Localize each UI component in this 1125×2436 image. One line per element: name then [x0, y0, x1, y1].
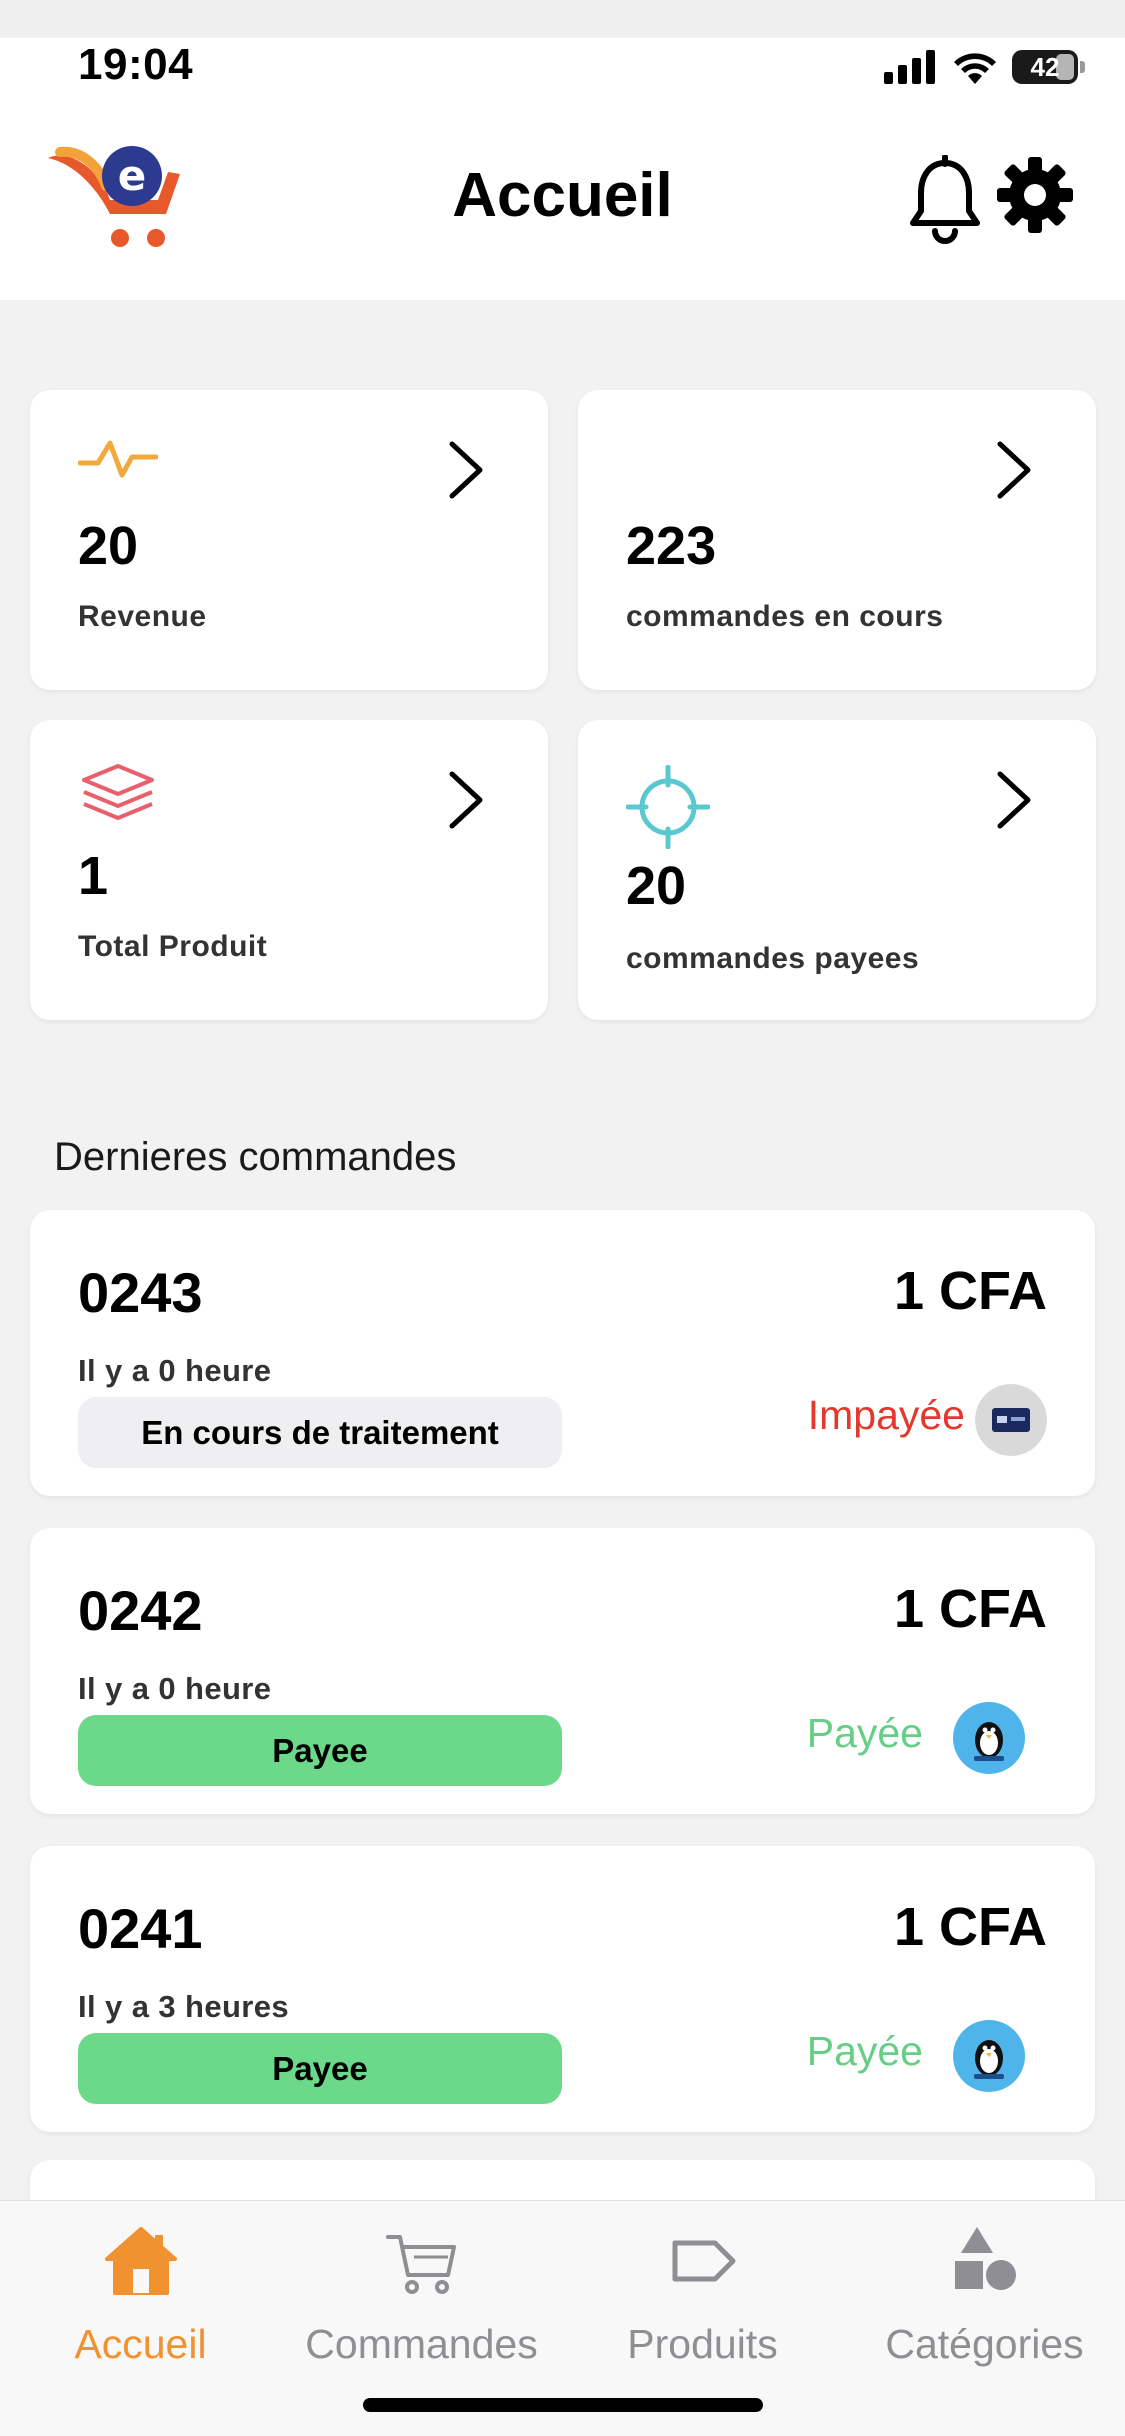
payment-status: Payée: [806, 2028, 923, 2074]
stat-value: 1: [78, 846, 109, 906]
tab-label: Accueil: [74, 2321, 207, 2367]
order-number: 0241: [78, 1897, 203, 1960]
order-time: Il y a 0 heure: [78, 1353, 272, 1388]
status-time: 19:04: [78, 40, 194, 89]
signal-icon: [884, 50, 935, 84]
order-number: 0243: [78, 1261, 203, 1324]
chevron-right-icon: [449, 441, 483, 499]
layers-icon: [82, 764, 154, 820]
stat-value: 20: [78, 516, 139, 576]
stat-label: commandes en cours: [626, 600, 944, 633]
wave-icon: [953, 2020, 1025, 2092]
battery-level: 42: [1030, 51, 1060, 82]
cart-icon: [385, 2235, 456, 2294]
shapes-icon: [954, 2227, 1016, 2290]
stat-label: Total Produit: [78, 930, 268, 963]
order-amount: 1 CFA: [893, 1579, 1047, 1639]
chevron-right-icon: [997, 771, 1031, 829]
home-icon: [104, 2227, 177, 2295]
order-status-badge: En cours de traitement: [78, 1397, 562, 1468]
stat-label: Revenue: [78, 600, 207, 633]
order-status-badge: Payee: [78, 2033, 562, 2104]
order-amount: 1 CFA: [893, 1897, 1047, 1957]
tab-categories[interactable]: Catégories: [844, 2201, 1125, 2381]
chevron-right-icon: [997, 441, 1031, 499]
card-icon: [975, 1384, 1047, 1456]
stat-card-orders-in-progress[interactable]: 223 commandes en cours: [578, 390, 1096, 690]
home-indicator: [363, 2398, 763, 2412]
order-time: Il y a 3 heures: [78, 1989, 290, 2024]
order-status-badge: Payee: [78, 1715, 562, 1786]
chevron-right-icon: [449, 771, 483, 829]
stat-value: 223: [626, 516, 717, 576]
wave-icon: [953, 1702, 1025, 1774]
battery-icon: 42: [1012, 50, 1078, 84]
status-icons: 42: [884, 50, 1085, 84]
tag-icon: [672, 2240, 735, 2282]
stat-label: commandes payees: [626, 942, 920, 975]
order-amount: 1 CFA: [893, 1261, 1047, 1321]
recent-orders-title: Dernieres commandes: [54, 1135, 457, 1179]
tab-products[interactable]: Produits: [562, 2201, 843, 2381]
tab-label: Commandes: [305, 2321, 538, 2367]
tab-home[interactable]: Accueil: [0, 2201, 281, 2381]
payment-status: Impayée: [807, 1392, 965, 1438]
tab-label: Catégories: [885, 2321, 1084, 2367]
tab-orders[interactable]: Commandes: [281, 2201, 562, 2381]
stat-card-paid-orders[interactable]: 20 commandes payees: [578, 720, 1096, 1020]
order-time: Il y a 0 heure: [78, 1671, 272, 1706]
pulse-icon: [78, 440, 158, 478]
stat-card-revenue[interactable]: 20 Revenue: [30, 390, 548, 690]
tab-label: Produits: [627, 2321, 778, 2367]
stat-card-total-products[interactable]: 1 Total Produit: [30, 720, 548, 1020]
payment-status: Payée: [806, 1710, 923, 1756]
stat-value: 20: [626, 856, 687, 916]
order-number: 0242: [78, 1579, 203, 1642]
crosshair-icon: [626, 765, 710, 849]
order-card[interactable]: 0243 1 CFA Il y a 0 heure En cours de tr…: [30, 1210, 1095, 1496]
order-card[interactable]: 0241 1 CFA Il y a 3 heures Payee Payée: [30, 1846, 1095, 2132]
bell-icon[interactable]: [905, 155, 985, 245]
gear-icon[interactable]: [995, 155, 1075, 235]
order-card[interactable]: 0242 1 CFA Il y a 0 heure Payee Payée: [30, 1528, 1095, 1814]
wifi-icon: [954, 53, 996, 84]
